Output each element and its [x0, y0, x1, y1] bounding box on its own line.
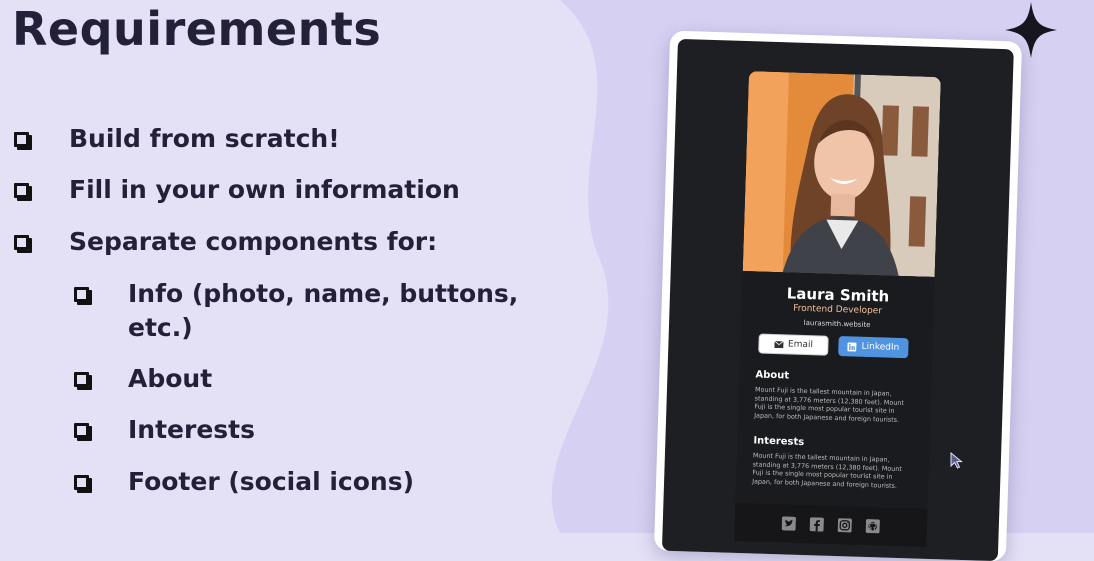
profile-website[interactable]: laurasmith.website: [741, 317, 933, 331]
profile-card: Laura Smith Frontend Developer laurasmit…: [734, 71, 941, 547]
checkbox-icon: [74, 471, 89, 490]
req-item-build: Build from scratch!: [69, 124, 340, 153]
req-subitem-info-cont: etc.): [128, 313, 193, 342]
mouse-cursor-icon: [950, 452, 963, 469]
req-subitem-about: About: [128, 364, 213, 393]
github-icon[interactable]: [865, 519, 880, 534]
device-screen: Laura Smith Frontend Developer laurasmit…: [661, 38, 1014, 561]
checkbox-icon: [74, 419, 89, 438]
card-body: Laura Smith Frontend Developer laurasmit…: [734, 270, 935, 547]
instagram-icon[interactable]: [837, 518, 852, 533]
checkbox-icon: [74, 368, 89, 387]
req-subitem-footer: Footer (social icons): [128, 467, 415, 496]
linkedin-button[interactable]: LinkedIn: [838, 336, 909, 359]
facebook-icon[interactable]: [809, 517, 824, 532]
req-subitem-info: Info (photo, name, buttons,: [128, 279, 519, 308]
email-button-label: Email: [787, 339, 814, 351]
checkbox-icon: [14, 179, 29, 198]
linkedin-icon: [847, 341, 857, 352]
interests-text: Mount Fuji is the tallest mountain in Ja…: [752, 451, 902, 490]
twitter-icon[interactable]: [781, 516, 796, 531]
checkbox-icon: [14, 231, 29, 250]
linkedin-button-label: LinkedIn: [861, 341, 900, 353]
req-item-separate: Separate components for:: [69, 227, 438, 256]
req-subitem-interests: Interests: [128, 415, 256, 444]
social-footer: [734, 502, 928, 547]
mail-icon: [773, 340, 784, 348]
email-button[interactable]: Email: [758, 333, 829, 356]
req-item-fill: Fill in your own information: [69, 175, 460, 204]
profile-card-mockup: Laura Smith Frontend Developer laurasmit…: [653, 30, 1023, 561]
checkbox-icon: [14, 128, 29, 147]
slide-title: Requirements: [12, 2, 382, 56]
checkbox-icon: [74, 283, 89, 302]
about-text: Mount Fuji is the tallest mountain in Ja…: [754, 385, 905, 424]
about-heading: About: [755, 369, 790, 382]
profile-photo: [742, 71, 941, 278]
interests-heading: Interests: [753, 435, 805, 449]
